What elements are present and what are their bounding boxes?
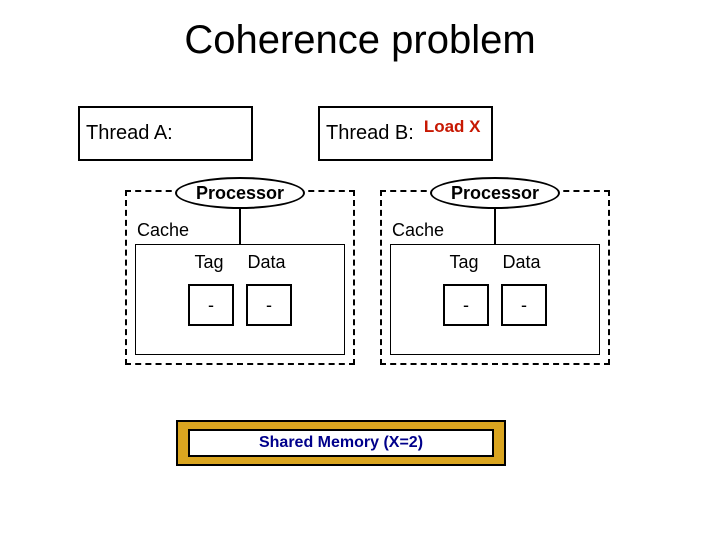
cache-a-headers: Tag Data <box>127 252 353 273</box>
cache-a-tag-cell: - <box>188 284 234 326</box>
processor-b-group: Processor Cache Tag Data - - <box>380 190 610 365</box>
cache-b-data-header: Data <box>503 252 541 273</box>
cache-b-tag-header: Tag <box>449 252 478 273</box>
thread-a-box: Thread A: <box>78 106 253 161</box>
thread-a-label: Thread A: <box>86 122 173 145</box>
shared-memory-outer: Shared Memory (X=2) <box>176 420 506 466</box>
cache-b-headers: Tag Data <box>382 252 608 273</box>
cache-a-label: Cache <box>137 220 189 241</box>
slide-title: Coherence problem <box>0 18 720 63</box>
shared-memory-label: Shared Memory (X=2) <box>188 429 494 457</box>
cache-b-tag-cell: - <box>443 284 489 326</box>
cache-a-data-cell: - <box>246 284 292 326</box>
processor-b-stem <box>494 207 496 245</box>
cache-a-data-header: Data <box>248 252 286 273</box>
cache-b-cells: - - <box>382 284 608 326</box>
processor-a-stem <box>239 207 241 245</box>
thread-b-box: Thread B: Load X <box>318 106 493 161</box>
cache-b-data-cell: - <box>501 284 547 326</box>
thread-b-label: Thread B: <box>326 122 414 145</box>
cache-a-tag-header: Tag <box>194 252 223 273</box>
cache-b-label: Cache <box>392 220 444 241</box>
processor-a-group: Processor Cache Tag Data - - <box>125 190 355 365</box>
processor-a-pill: Processor <box>175 177 305 209</box>
processor-b-pill: Processor <box>430 177 560 209</box>
thread-b-load-instruction: Load X <box>424 117 481 137</box>
cache-a-cells: - - <box>127 284 353 326</box>
